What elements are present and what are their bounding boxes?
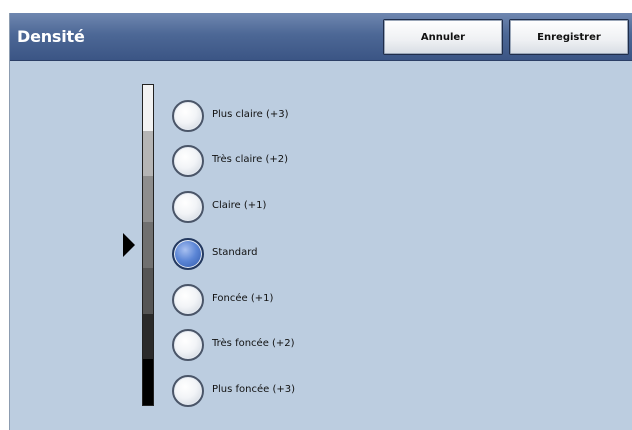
density-option-plus-claire-3[interactable]: Plus claire (+3)	[172, 98, 332, 134]
save-button[interactable]: Enregistrer	[509, 19, 629, 55]
radio-button[interactable]	[172, 329, 204, 361]
density-option-standard[interactable]: Standard	[172, 236, 332, 272]
density-option-claire-1[interactable]: Claire (+1)	[172, 189, 332, 225]
density-scale-segment	[143, 267, 153, 314]
density-scale-bar	[142, 84, 154, 406]
density-scale-segment	[143, 359, 153, 406]
density-option-tres-claire-2[interactable]: Très claire (+2)	[172, 143, 332, 179]
option-label: Plus foncée (+3)	[212, 384, 296, 395]
density-scale-segment	[143, 313, 153, 360]
title-bar: Densité Annuler Enregistrer	[10, 13, 632, 61]
density-scale-segment	[143, 176, 153, 223]
option-label: Très foncée (+2)	[212, 338, 295, 349]
option-label: Très claire (+2)	[212, 154, 289, 165]
density-option-plus-foncee-3[interactable]: Plus foncée (+3)	[172, 373, 332, 409]
cancel-button[interactable]: Annuler	[383, 19, 503, 55]
option-label: Plus claire (+3)	[212, 109, 289, 120]
density-option-tres-foncee-2[interactable]: Très foncée (+2)	[172, 327, 332, 363]
density-scale-segment	[143, 130, 153, 177]
radio-button[interactable]	[172, 145, 204, 177]
radio-button[interactable]	[172, 100, 204, 132]
radio-button[interactable]	[172, 375, 204, 407]
density-scale-segment	[143, 222, 153, 268]
density-option-foncee-1[interactable]: Foncée (+1)	[172, 282, 332, 318]
selection-pointer-icon	[123, 233, 135, 257]
radio-button-selected[interactable]	[172, 238, 204, 270]
option-label: Standard	[212, 247, 258, 258]
radio-button[interactable]	[172, 191, 204, 223]
option-label: Claire (+1)	[212, 200, 267, 211]
radio-button[interactable]	[172, 284, 204, 316]
density-scale-segment	[143, 85, 153, 131]
option-label: Foncée (+1)	[212, 293, 274, 304]
page-title: Densité	[17, 27, 85, 46]
